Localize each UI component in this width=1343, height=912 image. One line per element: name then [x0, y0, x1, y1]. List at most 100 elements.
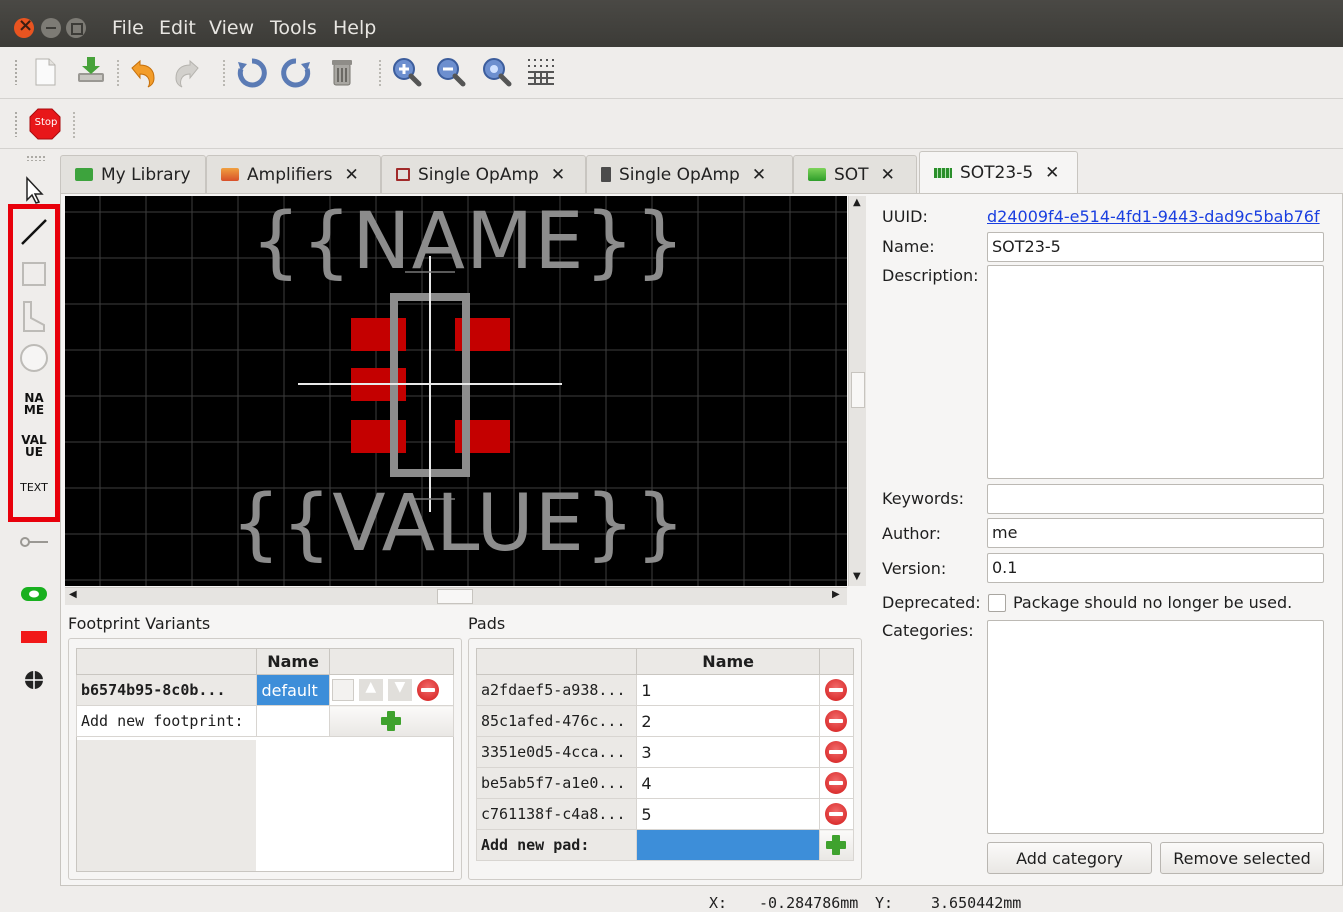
toolbar-grip[interactable] — [14, 59, 18, 85]
footprint-name[interactable]: default — [256, 674, 330, 706]
tab-single-opamp-component[interactable]: Single OpAmp ✕ — [586, 155, 793, 193]
draw-line-tool[interactable] — [14, 212, 54, 252]
toolbar-grip[interactable] — [14, 111, 18, 137]
footprint-variants-table: Name b6574b95-8c0b... default ▲ ▼ Add ne… — [75, 648, 455, 737]
remove-pad-icon[interactable] — [825, 803, 848, 825]
save-icon[interactable] — [74, 53, 108, 87]
menu-tools[interactable]: Tools — [270, 17, 317, 39]
draw-polygon-tool[interactable] — [14, 296, 54, 336]
zoom-out-icon[interactable] — [434, 55, 468, 89]
scroll-handle[interactable] — [437, 589, 473, 604]
menu-file[interactable]: File — [112, 17, 144, 39]
undo-icon[interactable] — [126, 56, 160, 90]
remove-selected-button[interactable]: Remove selected — [1160, 842, 1324, 874]
categories-list[interactable] — [987, 620, 1324, 834]
add-name-tool[interactable]: NA ME — [14, 384, 54, 424]
pad-name[interactable]: 1 — [636, 674, 820, 706]
add-footprint-button[interactable] — [328, 705, 455, 737]
version-field[interactable]: 0.1 — [987, 553, 1324, 583]
scroll-down-arrow-icon[interactable]: ▼ — [853, 571, 861, 582]
description-field[interactable] — [987, 265, 1324, 479]
keywords-field[interactable] — [987, 484, 1324, 514]
toolbar-separator — [378, 59, 382, 87]
redo-icon[interactable] — [170, 56, 204, 90]
close-icon[interactable]: ✕ — [344, 165, 358, 185]
draw-circle-tool[interactable] — [14, 338, 54, 378]
main-toolbar — [0, 47, 1343, 99]
window-minimize-icon[interactable] — [41, 18, 61, 38]
author-field[interactable]: me — [987, 518, 1324, 548]
add-pad-button[interactable] — [818, 829, 855, 861]
remove-pad-icon[interactable] — [825, 741, 848, 763]
remove-pad-icon[interactable] — [825, 772, 848, 794]
new-footprint-name-input[interactable] — [256, 705, 330, 737]
tab-sot[interactable]: SOT ✕ — [793, 155, 917, 193]
move-up-icon[interactable]: ▲ — [358, 679, 383, 701]
new-pad-name-input[interactable] — [636, 829, 820, 861]
tab-sot23-5[interactable]: SOT23-5 ✕ — [919, 151, 1078, 194]
table-row[interactable]: 85c1afed-476c... 2 — [475, 705, 855, 737]
table-row[interactable]: c761138f-c4a8... 5 — [475, 798, 855, 830]
add-value-tool[interactable]: VAL UE — [14, 426, 54, 466]
add-pad-tool[interactable] — [14, 522, 54, 562]
footprint-variants-title: Footprint Variants — [68, 614, 211, 633]
close-icon[interactable]: ✕ — [1045, 163, 1059, 183]
remove-pad-icon[interactable] — [825, 679, 848, 701]
remove-footprint-icon[interactable] — [416, 679, 439, 701]
scroll-up-arrow-icon[interactable]: ▲ — [853, 197, 861, 208]
window-maximize-icon[interactable] — [66, 18, 86, 38]
tab-amplifiers[interactable]: Amplifiers ✕ — [206, 155, 381, 193]
pad-name[interactable]: 5 — [636, 798, 820, 830]
pad-uuid: a2fdaef5-a938... — [475, 674, 638, 706]
menu-view[interactable]: View — [209, 17, 254, 39]
table-row[interactable]: b6574b95-8c0b... default ▲ ▼ — [75, 674, 455, 706]
rotate-ccw-icon[interactable] — [235, 56, 269, 90]
name-placeholder-text[interactable]: {{NAME}} — [251, 198, 686, 286]
scroll-left-arrow-icon[interactable]: ◀ — [69, 589, 77, 600]
close-icon[interactable]: ✕ — [551, 165, 565, 185]
menu-bar: File Edit View Tools Help — [0, 0, 1343, 47]
tab-my-library[interactable]: My Library — [60, 155, 206, 193]
move-down-icon[interactable]: ▼ — [387, 679, 412, 701]
text-tool-label: TEXT — [20, 481, 48, 494]
pad-name[interactable]: 2 — [636, 705, 820, 737]
table-row[interactable]: 3351e0d5-4cca... 3 — [475, 736, 855, 768]
menu-help[interactable]: Help — [333, 17, 376, 39]
remove-icon[interactable] — [325, 55, 359, 89]
remove-pad-icon[interactable] — [825, 710, 848, 732]
scroll-handle[interactable] — [851, 372, 865, 408]
zoom-in-icon[interactable] — [390, 55, 424, 89]
window-close-icon[interactable] — [14, 15, 34, 38]
add-tht-pad-tool[interactable] — [14, 574, 54, 614]
add-footprint-row: Add new footprint: — [75, 705, 455, 737]
new-element-icon[interactable] — [28, 55, 62, 89]
add-hole-tool[interactable] — [14, 660, 54, 700]
rotate-cw-icon[interactable] — [279, 56, 313, 90]
add-text-tool[interactable]: TEXT — [14, 468, 54, 508]
add-category-button[interactable]: Add category — [987, 842, 1152, 874]
tab-single-opamp-symbol[interactable]: Single OpAmp ✕ — [381, 155, 586, 193]
pad-name[interactable]: 4 — [636, 767, 820, 799]
draw-rect-tool[interactable] — [14, 254, 54, 294]
copy-icon[interactable] — [331, 679, 354, 701]
name-field[interactable]: SOT23-5 — [987, 232, 1324, 262]
value-placeholder-text[interactable]: {{VALUE}} — [231, 480, 686, 568]
menu-edit[interactable]: Edit — [159, 17, 196, 39]
toolbar-grip[interactable] — [26, 155, 46, 161]
pad-name[interactable]: 3 — [636, 736, 820, 768]
footprint-canvas[interactable]: {{NAME}} {{VALUE}} — [65, 196, 847, 586]
version-label: Version: — [882, 559, 947, 578]
scroll-right-arrow-icon[interactable]: ▶ — [832, 589, 840, 600]
table-row[interactable]: a2fdaef5-a938... 1 — [475, 674, 855, 706]
add-icon — [380, 710, 402, 732]
close-icon[interactable]: ✕ — [752, 165, 766, 185]
close-icon[interactable]: ✕ — [881, 165, 895, 185]
canvas-horizontal-scrollbar[interactable]: ◀ ▶ — [65, 587, 847, 605]
uuid-link[interactable]: d24009f4-e514-4fd1-9443-dad9c5bab76f — [987, 207, 1320, 226]
canvas-vertical-scrollbar[interactable]: ▲ ▼ — [848, 196, 866, 586]
add-smt-pad-tool[interactable] — [14, 617, 54, 657]
zoom-all-icon[interactable] — [480, 55, 514, 89]
grid-icon[interactable] — [524, 55, 558, 89]
table-row[interactable]: be5ab5f7-a1e0... 4 — [475, 767, 855, 799]
deprecated-checkbox[interactable] — [988, 594, 1006, 612]
